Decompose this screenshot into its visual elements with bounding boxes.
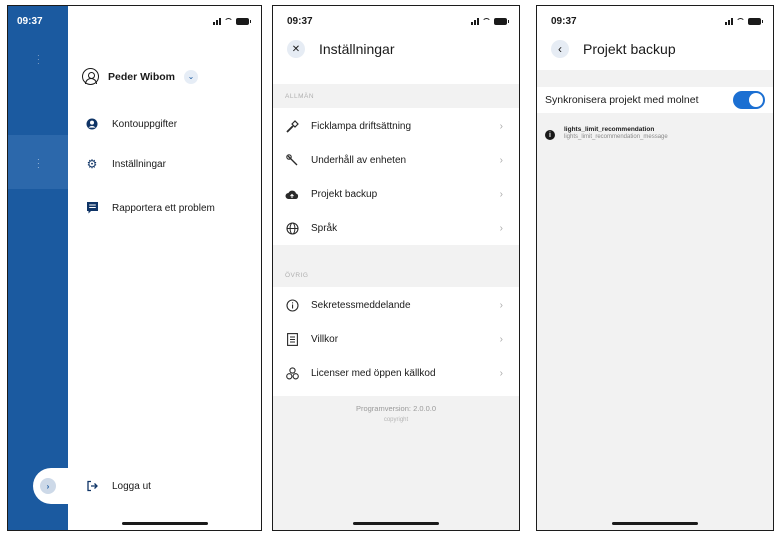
- drawer-screen: 09:37 · · · · · · Peder Wibom ⌄ Kontouppgift…: [7, 5, 262, 531]
- menu-item-kontouppgifter[interactable]: Kontouppgifter: [86, 118, 177, 130]
- chevron-right-icon: ›: [499, 367, 503, 379]
- page-title: Projekt backup: [583, 41, 676, 57]
- section-label: ALLMÄN: [285, 93, 315, 100]
- underlying-screen-strip: 09:37 · · · · · ·: [8, 6, 68, 530]
- settings-screen: 09:37 ✕ Inställningar ALLMÄN Ficklampa d…: [272, 5, 520, 531]
- wifi-icon: [736, 17, 745, 25]
- info-title: lights_limit_recommendation: [564, 126, 655, 133]
- row-label: Underhåll av enheten: [311, 154, 407, 166]
- info-text: lights_limit_recommendation lights_limit…: [564, 126, 668, 140]
- logout-label: Logga ut: [112, 480, 151, 492]
- chevron-right-icon: ›: [499, 222, 503, 234]
- dots-icon: · · ·: [37, 155, 40, 172]
- info-icon: i: [545, 130, 555, 140]
- chevron-down-icon[interactable]: ⌄: [184, 69, 198, 84]
- profile-name: Peder Wibom: [108, 70, 175, 83]
- section-header-allman: ALLMÄN: [273, 84, 519, 108]
- wifi-icon: [482, 17, 491, 25]
- settings-row-sekretess[interactable]: Sekretessmeddelande ›: [273, 288, 519, 322]
- row-label: Projekt backup: [311, 188, 378, 200]
- status-icons: [725, 17, 763, 25]
- status-bar: 09:37: [537, 6, 773, 36]
- signal-icon: [213, 17, 221, 25]
- copyright-text: copyright: [383, 417, 409, 423]
- settings-row-licenser[interactable]: Licenser med öppen källkod ›: [273, 356, 519, 390]
- close-icon[interactable]: ✕: [287, 40, 305, 58]
- avatar-icon: [82, 68, 99, 85]
- status-icons: [213, 17, 251, 25]
- status-icons: [471, 17, 509, 25]
- document-icon: [285, 332, 299, 346]
- settings-row-villkor[interactable]: Villkor ›: [273, 322, 519, 356]
- dots-icon: · · ·: [37, 51, 40, 68]
- info-circle-icon: [285, 298, 299, 312]
- chevron-right-icon: ›: [499, 154, 503, 166]
- back-chevron-icon[interactable]: ‹: [551, 40, 569, 58]
- chevron-right-icon: ›: [499, 299, 503, 311]
- gear-icon: ⚙: [86, 157, 98, 171]
- status-time: 09:37: [287, 15, 313, 27]
- row-label: Språk: [311, 222, 338, 234]
- backup-header: ‹ Projekt backup: [551, 40, 676, 58]
- settings-header: ✕ Inställningar: [287, 40, 395, 58]
- settings-row-ficklampa[interactable]: Ficklampa driftsättning ›: [273, 109, 519, 143]
- chevron-right-icon: ›: [499, 188, 503, 200]
- status-bar: [68, 6, 261, 36]
- section-label: ÖVRIG: [285, 272, 309, 279]
- home-indicator: [353, 522, 439, 525]
- home-indicator: [121, 522, 208, 525]
- menu-item-label: Rapportera ett problem: [112, 202, 215, 214]
- row-label: Licenser med öppen källkod: [311, 367, 436, 379]
- battery-icon: [236, 17, 251, 25]
- menu-item-label: Inställningar: [112, 158, 166, 170]
- page-title: Inställningar: [319, 41, 395, 57]
- settings-row-underhall[interactable]: Underhåll av enheten ›: [273, 143, 519, 177]
- chevron-right-icon: ›: [499, 120, 503, 132]
- wrench-icon: [285, 153, 299, 167]
- logout-row[interactable]: Logga ut: [86, 480, 151, 492]
- status-bar: 09:37: [273, 6, 519, 36]
- section-header-ovrig: ÖVRIG: [273, 245, 519, 287]
- navigation-drawer: Peder Wibom ⌄ Kontouppgifter ⚙ Inställni…: [68, 6, 261, 530]
- account-icon: [86, 118, 98, 130]
- sync-label: Synkronisera projekt med molnet: [545, 94, 699, 106]
- report-icon: [86, 202, 98, 214]
- battery-icon: [494, 17, 509, 25]
- signal-icon: [725, 17, 733, 25]
- settings-row-sprak[interactable]: Språk ›: [273, 211, 519, 245]
- logout-icon: [86, 480, 98, 492]
- chevron-right-icon: ›: [499, 333, 503, 345]
- cloud-upload-icon: [285, 189, 299, 200]
- battery-icon: [748, 17, 763, 25]
- status-time: 09:37: [551, 15, 577, 27]
- globe-icon: [285, 221, 299, 235]
- menu-item-installningar[interactable]: ⚙ Inställningar: [86, 158, 166, 170]
- row-label: Villkor: [311, 333, 339, 345]
- wifi-icon: [224, 17, 233, 25]
- backup-screen: 09:37 ‹ Projekt backup Synkronisera proj…: [536, 5, 774, 531]
- info-message: lights_limit_recommendation_message: [564, 134, 668, 140]
- info-notice: i lights_limit_recommendation lights_lim…: [545, 126, 668, 140]
- sync-toggle[interactable]: [733, 91, 765, 109]
- app-version: Programversion: 2.0.0.0: [355, 404, 437, 413]
- menu-item-rapportera[interactable]: Rapportera ett problem: [86, 202, 215, 214]
- signal-icon: [471, 17, 479, 25]
- home-indicator: [612, 522, 698, 525]
- settings-row-projekt-backup[interactable]: Projekt backup ›: [273, 177, 519, 211]
- chevron-right-icon[interactable]: ›: [40, 478, 56, 494]
- status-time: 09:37: [17, 16, 43, 27]
- flashlight-icon: [285, 119, 299, 133]
- open-source-icon: [285, 366, 299, 380]
- row-label: Sekretessmeddelande: [311, 299, 411, 311]
- sync-setting-row: Synkronisera projekt med molnet: [537, 87, 773, 113]
- menu-item-label: Kontouppgifter: [112, 118, 178, 130]
- profile-header[interactable]: Peder Wibom ⌄: [82, 68, 198, 85]
- row-label: Ficklampa driftsättning: [311, 120, 412, 132]
